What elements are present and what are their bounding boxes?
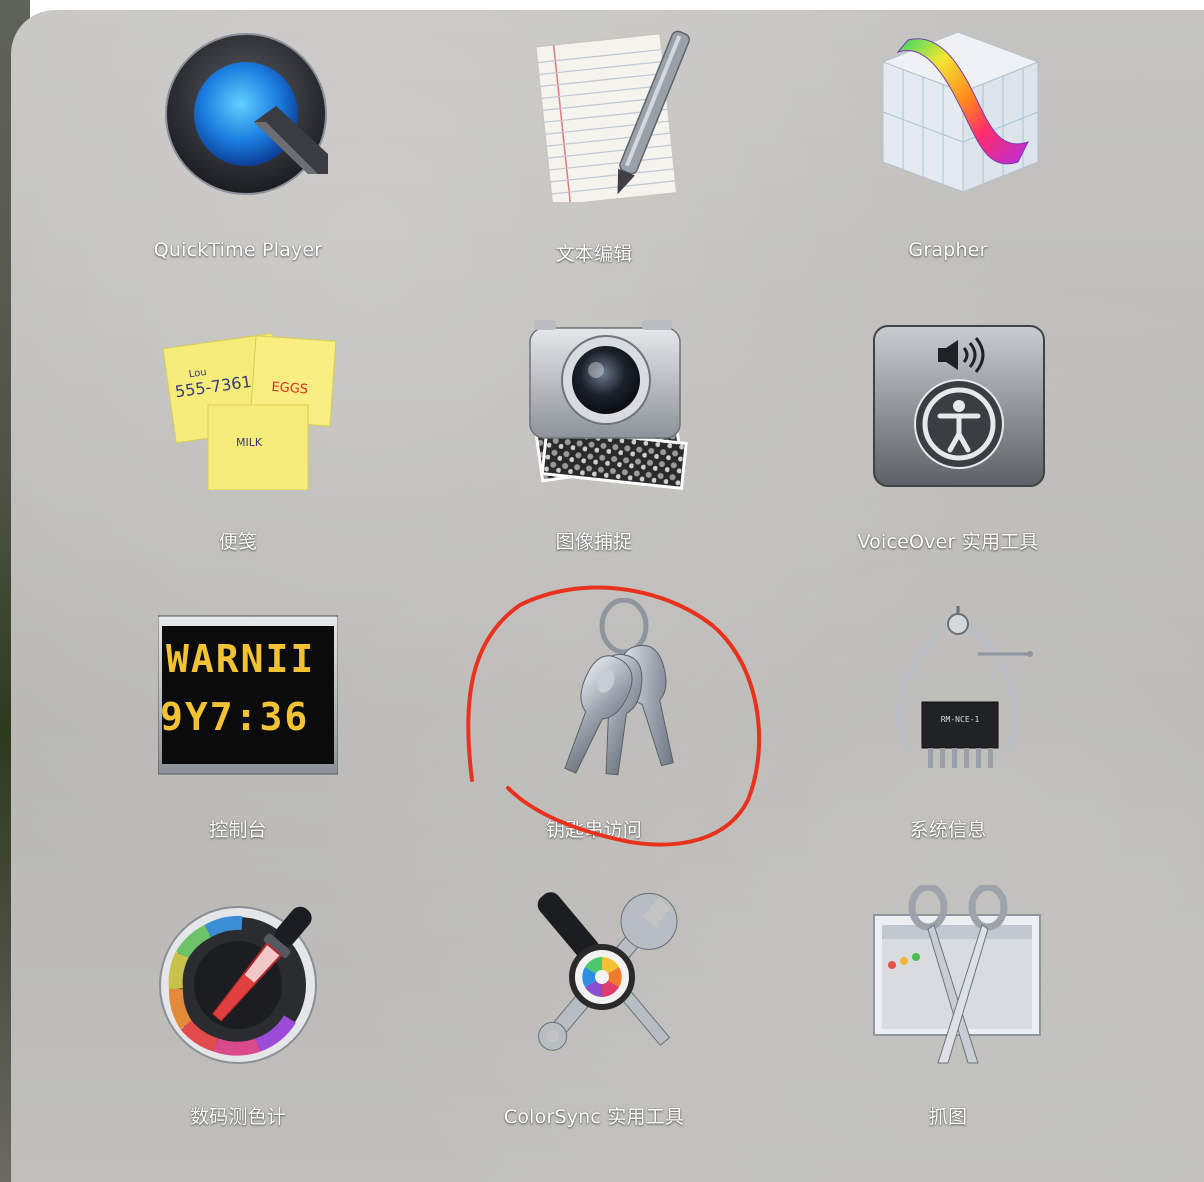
console-icon: WARNII 9Y7:36 xyxy=(158,598,338,778)
app-console[interactable]: WARNII 9Y7:36 控制台 xyxy=(88,598,388,858)
chip-label: RM-NCE-1 xyxy=(941,715,980,724)
colorsync-tools-icon xyxy=(514,885,694,1065)
app-label: 图像捕捉 xyxy=(555,531,633,553)
app-label: Grapher xyxy=(908,239,988,261)
app-keychain-access[interactable]: 钥匙串访问 xyxy=(444,598,744,858)
app-quicktime-player[interactable]: QuickTime Player xyxy=(88,22,388,282)
quicktime-icon xyxy=(158,22,338,202)
app-colorsync-utility[interactable]: ColorSync 实用工具 xyxy=(444,885,744,1145)
app-label: 抓图 xyxy=(928,1106,968,1128)
app-stickies[interactable]: Lou 555-7361 EGGS MILK 便笺 xyxy=(88,310,388,570)
app-textedit[interactable]: 文本编辑 xyxy=(444,22,744,282)
console-display-line-1: WARNII xyxy=(166,637,315,681)
accessibility-icon xyxy=(868,310,1048,490)
app-label: 便笺 xyxy=(218,531,258,553)
app-grapher[interactable]: Grapher xyxy=(798,22,1098,282)
app-voiceover-utility[interactable]: VoiceOver 实用工具 xyxy=(798,310,1098,570)
scissors-icon xyxy=(868,885,1048,1065)
app-label: 控制台 xyxy=(209,819,267,841)
app-digital-color-meter[interactable]: 数码测色计 xyxy=(88,885,388,1145)
note-text: EGGS xyxy=(271,380,309,398)
app-label: 数码测色计 xyxy=(189,1106,286,1128)
app-label: 系统信息 xyxy=(909,819,987,841)
note-text: MILK xyxy=(236,436,263,449)
color-dropper-icon xyxy=(158,885,338,1065)
grapher-icon xyxy=(868,22,1048,202)
app-image-capture[interactable]: 图像捕捉 xyxy=(444,310,744,570)
app-label: 文本编辑 xyxy=(555,243,633,265)
launchpad-folder-panel: QuickTime Player 文本编辑 Grapher Lou 555-73… xyxy=(11,10,1204,1182)
app-label: VoiceOver 实用工具 xyxy=(857,531,1039,553)
textedit-icon xyxy=(514,22,694,202)
console-display-line-2: 9Y7:36 xyxy=(160,695,309,739)
camera-icon xyxy=(514,310,694,490)
app-label: QuickTime Player xyxy=(153,239,323,261)
stickies-icon: Lou 555-7361 EGGS MILK xyxy=(158,310,338,490)
app-label: ColorSync 实用工具 xyxy=(503,1106,685,1128)
app-grab[interactable]: 抓图 xyxy=(798,885,1098,1145)
app-system-information[interactable]: RM-NCE-1 系统信息 xyxy=(798,598,1098,858)
caliper-chip-icon: RM-NCE-1 xyxy=(868,598,1048,778)
app-label: 钥匙串访问 xyxy=(545,819,642,841)
keys-icon xyxy=(514,598,694,778)
